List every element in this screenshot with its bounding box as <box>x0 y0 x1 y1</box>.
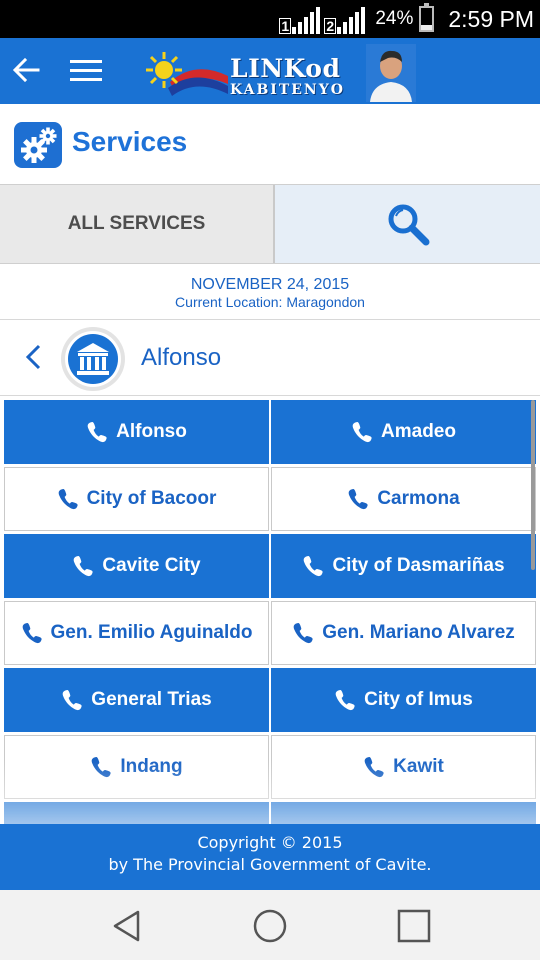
city-hall-icon <box>61 327 125 391</box>
directory-item-label: General Trias <box>91 689 212 710</box>
directory-item[interactable]: Gen. Emilio Aguinaldo <box>4 601 269 665</box>
circle-home-icon <box>253 909 287 943</box>
title-section: Services <box>0 104 540 184</box>
sun-flag-logo-icon <box>146 52 228 96</box>
directory-grid: Alfonso Amadeo City of Bacoor Carmona Cavite… <box>4 400 536 826</box>
hamburger-menu-icon <box>70 60 102 81</box>
directory-item[interactable]: Cavite City <box>4 534 269 598</box>
municipality-name: Alfonso <box>141 344 222 371</box>
phone-icon <box>87 421 107 443</box>
app-logo: LINKod KABITENYO <box>140 42 418 102</box>
gears-icon <box>14 122 62 168</box>
directory-item[interactable]: Amadeo <box>271 400 536 464</box>
chevron-left-icon[interactable] <box>20 342 50 372</box>
directory-item-label: City of Bacoor <box>86 488 217 509</box>
municipality-header: Alfonso <box>0 320 540 396</box>
phone-icon <box>352 421 372 443</box>
nav-back-button[interactable] <box>104 904 148 948</box>
directory-item[interactable]: General Trias <box>4 668 269 732</box>
current-location: Current Location: Maragondon <box>175 294 365 310</box>
logo-title: LINKod <box>230 54 341 83</box>
directory-item-label: City of Dasmariñas <box>332 555 505 576</box>
directory-item[interactable] <box>271 802 536 826</box>
battery-percent: 24% <box>375 8 414 29</box>
phone-icon <box>335 689 355 711</box>
phone-icon <box>293 622 313 644</box>
clock: 2:59 PM <box>448 5 534 32</box>
directory-item[interactable]: Carmona <box>271 467 536 531</box>
directory-item-label: Gen. Emilio Aguinaldo <box>50 622 253 643</box>
directory-item-label: Alfonso <box>116 421 187 442</box>
sim1-label: 1 <box>279 18 292 34</box>
directory-item[interactable]: City of Dasmariñas <box>271 534 536 598</box>
copyright-owner: by The Provincial Government of Cavite. <box>108 855 432 874</box>
phone-icon <box>58 488 78 510</box>
sim1-signal-icon: 1 <box>279 4 321 34</box>
phone-icon <box>349 488 368 510</box>
directory-item[interactable]: Gen. Mariano Alvarez <box>271 601 536 665</box>
page-title: Services <box>72 126 188 157</box>
directory-item[interactable] <box>4 802 269 826</box>
tab-all-services[interactable]: ALL SERVICES <box>0 185 275 263</box>
tab-search[interactable] <box>275 185 540 263</box>
triangle-back-icon <box>113 910 140 942</box>
nav-home-button[interactable] <box>248 904 292 948</box>
directory-item[interactable]: Alfonso <box>4 400 269 464</box>
phone-icon <box>62 689 82 711</box>
directory-item-label: Cavite City <box>102 555 201 576</box>
directory-item-label: Indang <box>120 756 183 777</box>
phone-icon <box>304 555 324 577</box>
logo-subtitle: KABITENYO <box>230 82 345 98</box>
directory-item-label: City of Imus <box>364 689 473 710</box>
status-bar: 1 2 24% 2:59 PM <box>0 0 540 38</box>
battery-icon <box>419 3 435 32</box>
scrollbar[interactable] <box>531 400 535 570</box>
phone-icon <box>364 756 384 778</box>
search-icon <box>388 204 429 246</box>
directory-item-label: Gen. Mariano Alvarez <box>322 622 515 643</box>
tab-bar: ALL SERVICES <box>0 184 540 264</box>
governor-portrait-icon <box>366 44 416 102</box>
sim2-signal-icon: 2 <box>324 4 366 34</box>
footer: Copyright © 2015 by The Provincial Gover… <box>0 824 540 890</box>
directory-item[interactable]: City of Imus <box>271 668 536 732</box>
square-recents-icon <box>397 909 431 943</box>
directory-item-label: Carmona <box>377 488 460 509</box>
arrow-left-icon <box>12 58 40 82</box>
directory-item-label: Amadeo <box>381 421 456 442</box>
sim2-label: 2 <box>324 18 337 34</box>
nav-recents-button[interactable] <box>392 904 436 948</box>
phone-icon <box>22 622 42 644</box>
copyright-line: Copyright © 2015 <box>197 833 343 852</box>
navigation-bar <box>0 890 540 960</box>
current-date: NOVEMBER 24, 2015 <box>190 276 350 293</box>
date-location: NOVEMBER 24, 2015 Current Location: Mara… <box>0 264 540 320</box>
menu-button[interactable] <box>66 52 106 88</box>
phone-icon <box>74 555 94 577</box>
screen: 1 2 24% 2:59 PM LINKod KABITENYO Service… <box>0 0 540 960</box>
directory-item[interactable]: City of Bacoor <box>4 467 269 531</box>
app-header: LINKod KABITENYO <box>0 38 540 104</box>
directory-item-label: Kawit <box>393 756 444 777</box>
directory-item[interactable]: Indang <box>4 735 269 799</box>
directory-item[interactable]: Kawit <box>271 735 536 799</box>
phone-icon <box>92 756 111 778</box>
back-button[interactable] <box>8 52 44 88</box>
